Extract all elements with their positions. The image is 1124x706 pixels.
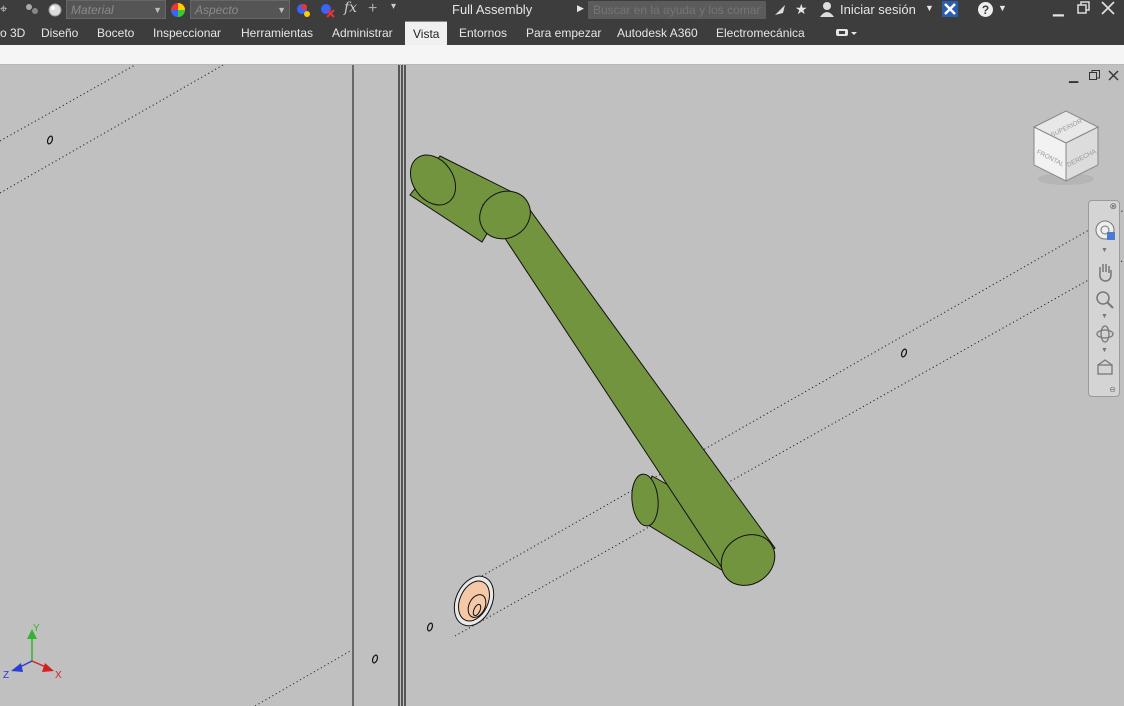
z-axis-label: Z [3,670,9,681]
customize-menu-icon[interactable]: ▾ [391,1,396,16]
navbar-options-icon[interactable]: ⊖ [1109,385,1116,394]
tab-entornos[interactable]: Entornos [459,21,507,45]
appearance-icon[interactable] [170,2,186,17]
tab-herramientas[interactable]: Herramientas [241,21,313,45]
clear-appearance-icon[interactable] [319,2,335,18]
tab-modelo-3d[interactable]: o 3D [0,21,25,45]
ribbon-display-options-icon[interactable] [834,21,858,45]
ribbon-tab-bar: o 3D Diseño Boceto Inspeccionar Herramie… [0,21,1124,45]
part-color-icon[interactable] [24,2,40,17]
help-glyph: ? [982,3,989,17]
look-at-icon[interactable] [1094,357,1116,379]
chevron-down-icon[interactable]: ▼ [925,3,934,13]
favorites-star-icon[interactable]: ★ [795,1,808,18]
tab-diseno[interactable]: Diseño [41,21,78,45]
expand-arrow-icon[interactable]: ▶ [577,3,584,14]
navbar-close-icon[interactable]: ⊗ [1109,201,1117,212]
title-bar: ⌖ Material ▼ Aspecto ▼ fx + ▾ Full Assem… [0,0,1124,21]
viewport-close-icon[interactable] [1108,70,1119,84]
tab-autodesk-a360[interactable]: Autodesk A360 [617,21,698,45]
x-axis-label: X [55,670,62,681]
viewport-restore-icon[interactable] [1089,70,1100,84]
restore-icon[interactable] [1077,1,1091,18]
chevron-down-icon[interactable]: ▼ [1101,347,1108,354]
y-axis-label: Y [33,623,40,634]
chevron-down-icon: ▼ [153,5,162,15]
fitting-part[interactable] [447,570,502,632]
tab-administrar[interactable]: Administrar [332,21,393,45]
z-axis-arrow [11,663,23,672]
minimize-icon[interactable]: ▁ [1053,0,1064,17]
tab-electromecanica[interactable]: Electromecánica [716,21,805,45]
pan-hand-icon[interactable] [1094,261,1116,283]
tab-inspeccionar[interactable]: Inspeccionar [153,21,221,45]
viewcube[interactable]: SUPERIOR FRONTAL DERECHA [1030,109,1102,187]
document-title: Full Assembly [452,2,533,17]
select-dropdown-icon[interactable]: ⌖ [0,1,7,16]
tab-para-empezar[interactable]: Para empezar [526,21,601,45]
material-dropdown[interactable]: Material ▼ [66,0,166,19]
ribbon-panel-collapsed [0,45,1124,65]
chevron-down-icon: ▼ [277,5,286,15]
adjust-appearance-icon[interactable] [295,2,311,17]
appearance-placeholder: Aspecto [195,3,239,17]
orbit-icon[interactable] [1094,323,1116,345]
viewport-minimize-icon[interactable]: ▁ [1069,69,1078,83]
chevron-down-icon[interactable]: ▼ [1101,313,1108,320]
plus-icon[interactable]: + [368,0,377,17]
x-axis-arrow [42,663,54,672]
tab-boceto[interactable]: Boceto [97,21,134,45]
parameters-fx-icon[interactable]: fx [344,0,357,16]
graphics-viewport[interactable]: ▁ SUPERIOR FRONTAL DERECHA ⊗ ▼ ▼ ▼ ⊖ Y X… [0,65,1124,706]
signin-label[interactable]: Iniciar sesión [840,2,916,17]
navigation-bar: ⊗ ▼ ▼ ▼ ⊖ [1088,200,1120,397]
appearance-dropdown[interactable]: Aspecto ▼ [190,0,290,19]
subscription-icon[interactable] [772,2,788,21]
chevron-down-icon[interactable]: ▼ [1101,247,1108,254]
tab-vista[interactable]: Vista [405,21,448,45]
close-icon[interactable] [1101,1,1115,18]
user-icon[interactable] [820,1,834,20]
help-search-input[interactable] [588,1,766,19]
steering-wheel-icon[interactable] [1094,219,1116,241]
frame-edge-lines [352,65,406,706]
model-canvas[interactable] [0,65,1124,706]
zoom-icon[interactable] [1094,289,1116,311]
help-icon[interactable]: ? [977,1,994,21]
chevron-down-icon[interactable]: ▼ [998,3,1007,13]
green-tube-part[interactable] [401,146,785,595]
coordinate-triad: Y X Z [3,623,62,681]
autodesk-exchange-icon[interactable] [942,1,958,20]
dotted-work-axes [0,65,1124,706]
material-placeholder: Material [71,3,114,17]
material-sphere-icon[interactable] [47,2,63,17]
